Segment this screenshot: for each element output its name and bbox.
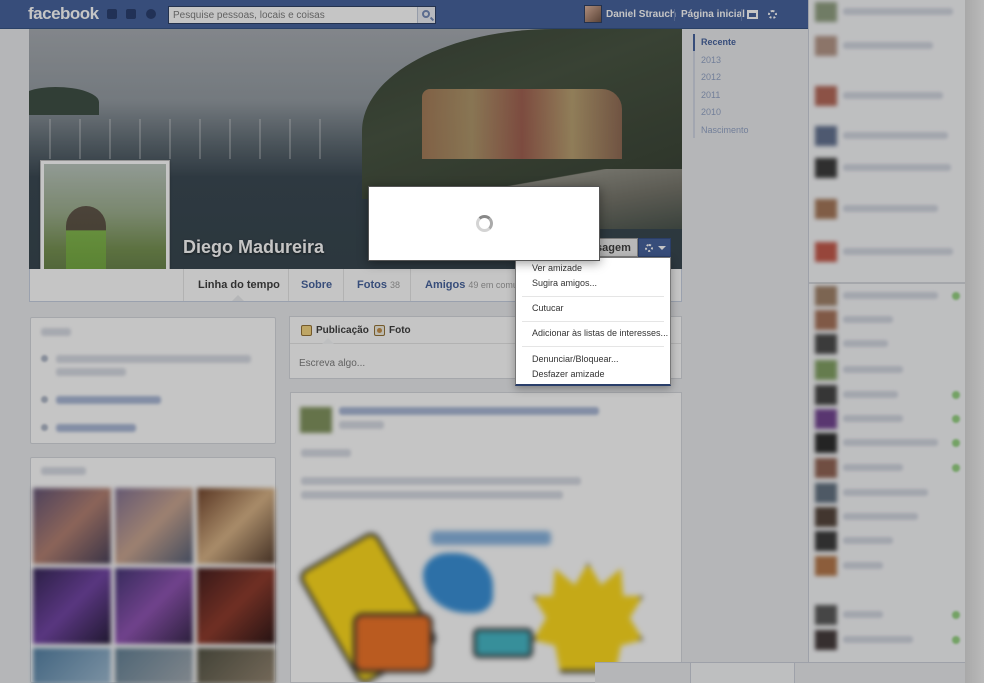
menu-item-poke[interactable]: Cutucar — [516, 301, 670, 316]
menu-item-unfriend[interactable]: Desfazer amizade — [516, 367, 670, 382]
menu-separator — [522, 346, 664, 347]
loading-dialog — [368, 186, 600, 261]
menu-item-suggest-friends[interactable]: Sugira amigos... — [516, 276, 670, 291]
menu-item-report-block[interactable]: Denunciar/Bloquear... — [516, 352, 670, 367]
menu-item-add-to-interest-lists[interactable]: Adicionar às listas de interesses... — [516, 326, 670, 341]
friendship-menu: Ver amizade Sugira amigos... Cutucar Adi… — [515, 257, 671, 386]
spinner-icon — [476, 215, 493, 232]
menu-separator — [522, 296, 664, 297]
menu-separator — [522, 321, 664, 322]
modal-overlay[interactable] — [0, 0, 984, 683]
menu-item-view-friendship[interactable]: Ver amizade — [516, 261, 670, 276]
